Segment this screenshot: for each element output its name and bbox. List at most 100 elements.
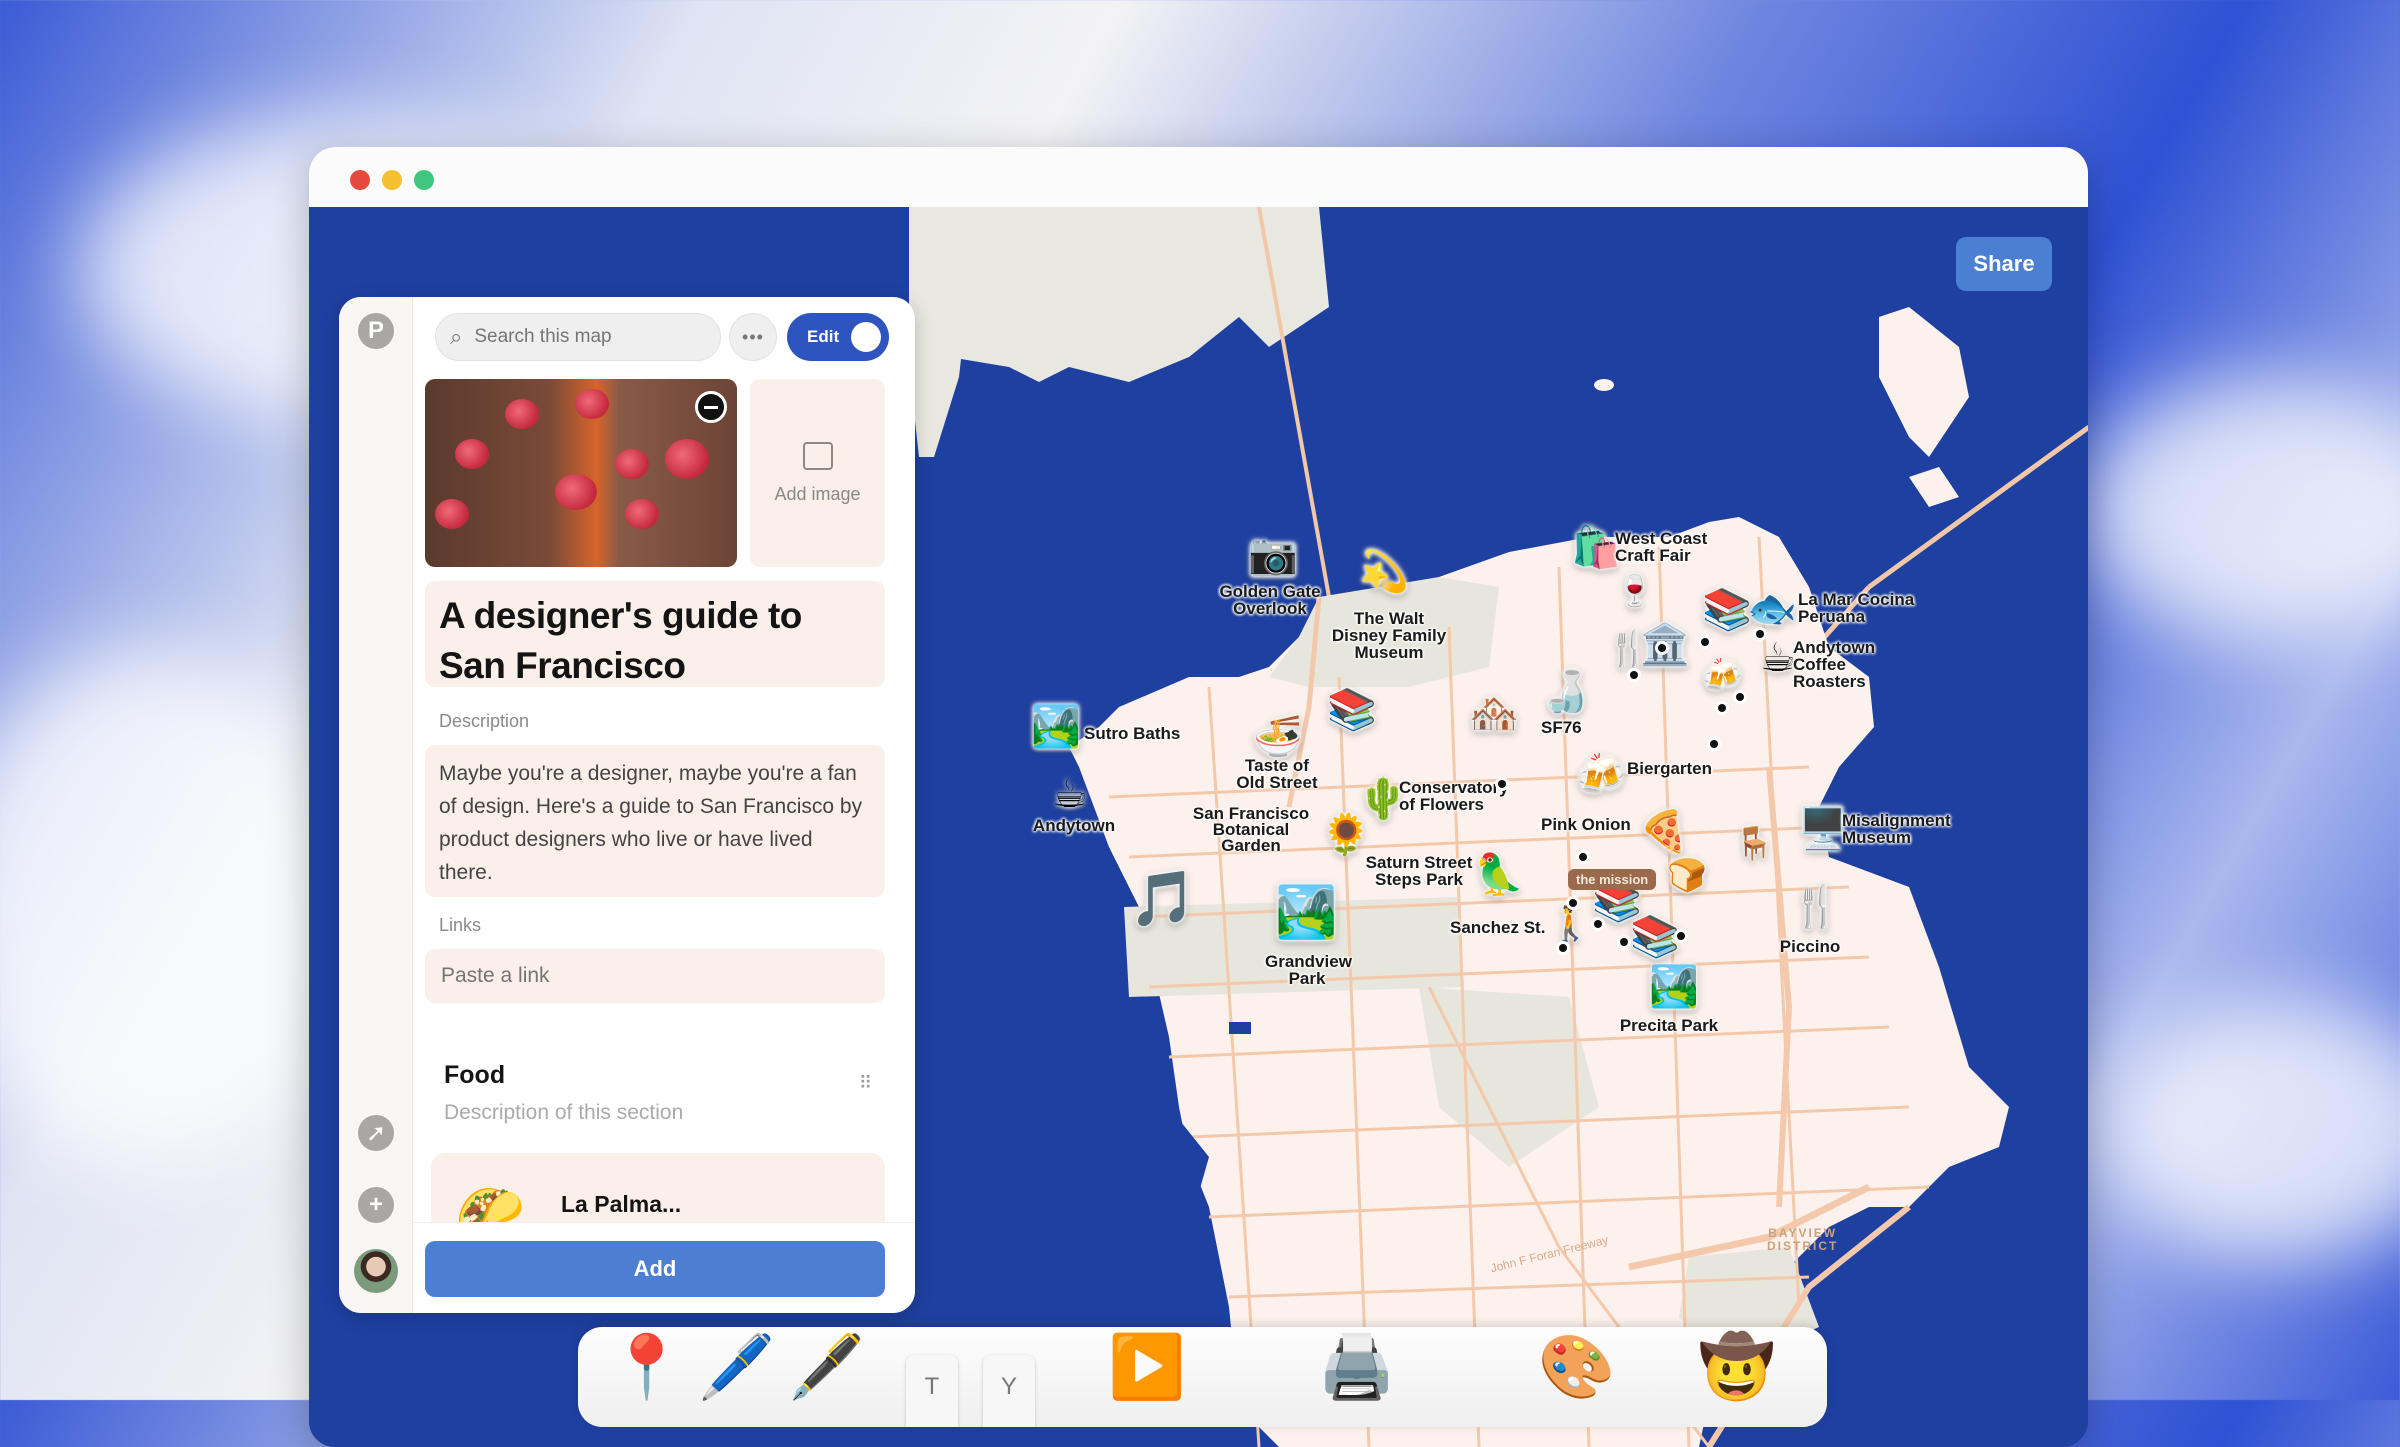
app-logo-icon[interactable]: P [358, 313, 394, 349]
map-label-sanchez-st[interactable]: Sanchez St. [1450, 919, 1545, 936]
dock-key-y[interactable]: Y [983, 1355, 1035, 1427]
dock-social-apps[interactable]: ▶️ [1108, 1337, 1185, 1399]
map-label-pink-onion[interactable]: Pink Onion [1541, 816, 1631, 833]
map-marker-west-coast-craft-fair[interactable]: 🛍️ [1571, 528, 1621, 568]
map-marker-andytown[interactable]: ☕ [1052, 774, 1088, 814]
lantern-shape [455, 439, 489, 469]
map-label-piccino[interactable]: Piccino [1770, 938, 1850, 955]
add-image-label: Add image [774, 483, 861, 504]
map-label-sf76[interactable]: SF76 [1541, 719, 1582, 736]
lantern-shape [575, 389, 609, 419]
map-marker-biergarten[interactable]: 🍻 [1576, 755, 1626, 795]
map-marker-piccino[interactable]: 🍴 [1791, 887, 1841, 927]
map-marker-painted-ladies[interactable]: 🏘️ [1469, 694, 1519, 734]
map-dot-marker[interactable] [1677, 932, 1685, 940]
add-image-button[interactable]: Add image [750, 379, 885, 567]
add-button[interactable]: Add [425, 1241, 885, 1297]
drag-handle-icon[interactable]: ⠿ [859, 1074, 873, 1092]
map-marker-beer[interactable]: 🍻 [1702, 659, 1742, 691]
map-marker-bookstore[interactable]: 📚 [1630, 917, 1680, 957]
map-dot-marker[interactable] [1498, 780, 1506, 788]
cover-photo[interactable] [425, 379, 737, 567]
close-window-button[interactable] [350, 170, 370, 190]
map-marker-pink-onion[interactable]: 🍕 [1639, 812, 1689, 852]
map-dot-marker[interactable] [1718, 704, 1726, 712]
map-marker-playlist[interactable]: 🎵 [1129, 872, 1196, 926]
map-label-sf-botanical-garden[interactable]: San Francisco Botanical Garden [1187, 805, 1315, 854]
map-dot-marker[interactable] [1559, 944, 1567, 952]
map-dot-marker[interactable] [1710, 740, 1718, 748]
map-label-conservatory-of-flowers[interactable]: Conservatory of Flowers [1399, 779, 1509, 813]
map-dot-marker[interactable] [1579, 853, 1587, 861]
map-marker-sutro-baths[interactable]: 🏞️ [1031, 707, 1081, 747]
map-label-sutro-baths[interactable]: Sutro Baths [1084, 725, 1180, 742]
map-label-saturn-street-steps[interactable]: Saturn Street Steps Park [1364, 854, 1474, 888]
section-description[interactable]: Description of this section [444, 1101, 683, 1125]
map-label-golden-gate-overlook[interactable]: Golden Gate Overlook [1215, 583, 1325, 617]
description-field[interactable]: Maybe you're a designer, maybe you're a … [425, 745, 885, 897]
map-canvas[interactable]: 📷 Golden Gate Overlook 💫 The Walt Disney… [309, 207, 2088, 1447]
map-label-biergarten[interactable]: Biergarten [1627, 760, 1712, 777]
compass-icon[interactable]: ➚ [358, 1115, 394, 1151]
map-marker-la-mar[interactable]: 🐟 [1747, 589, 1797, 629]
dock-printer[interactable]: 🖨️ [1318, 1337, 1395, 1399]
map-dot-marker[interactable] [1594, 920, 1602, 928]
map-dot-marker[interactable] [1756, 630, 1764, 638]
guide-title[interactable]: A designer's guide to San Francisco [425, 581, 885, 687]
dock-pushpin[interactable]: 📍 [608, 1337, 685, 1399]
map-marker-bookstore[interactable]: 📚 [1702, 590, 1752, 630]
neighborhood-tag-the-mission[interactable]: the mission [1568, 869, 1657, 890]
map-marker-wine-bar[interactable]: 🍷 [1616, 577, 1653, 607]
map-marker-misalignment-museum[interactable]: 🖥️ [1798, 809, 1848, 849]
zoom-window-button[interactable] [414, 170, 434, 190]
map-marker-grandview-park[interactable]: 🏞️ [1275, 887, 1337, 937]
map-marker-furniture-store[interactable]: 🪑 [1734, 827, 1774, 859]
map-dot-marker[interactable] [1569, 899, 1577, 907]
map-label-andytown[interactable]: Andytown [1029, 817, 1119, 834]
district-label-line: BAYVIEW [1768, 1226, 1838, 1240]
search-field[interactable]: ⌕ [435, 313, 721, 361]
map-dot-marker[interactable] [1701, 638, 1709, 646]
map-marker-saturn-street-steps[interactable]: 🦜 [1474, 855, 1524, 895]
map-label-andytown-coffee[interactable]: Andytown Coffee Roasters [1793, 639, 1883, 690]
dock-key-t[interactable]: T [906, 1355, 958, 1427]
map-marker-andytown-coffee[interactable]: ☕ [1760, 638, 1796, 678]
map-label-precita-park[interactable]: Precita Park [1619, 1017, 1719, 1034]
user-avatar[interactable] [354, 1249, 398, 1293]
map-marker-restaurant[interactable]: 🍴 [1607, 632, 1649, 666]
map-label-walt-disney-museum[interactable]: The Walt Disney Family Museum [1329, 610, 1449, 661]
map-marker-bakery[interactable]: 🍞 [1667, 859, 1707, 891]
map-dot-marker[interactable] [1736, 693, 1744, 701]
map-label-misalignment-museum[interactable]: Misalignment Museum [1842, 812, 1962, 846]
dock-fine-pen[interactable]: 🖋️ [788, 1337, 865, 1399]
map-marker-sanchez-st[interactable]: 🚶 [1549, 907, 1591, 941]
section-title[interactable]: Food [444, 1061, 505, 1090]
edit-toggle[interactable]: Edit [787, 313, 889, 361]
dock-palette[interactable]: 🎨 [1538, 1337, 1615, 1399]
alcatraz [1594, 379, 1614, 391]
map-dot-marker[interactable] [1620, 938, 1628, 946]
more-options-button[interactable]: ••• [729, 313, 777, 361]
map-label-grandview-park[interactable]: Grandview Park [1265, 953, 1352, 987]
map-marker-walt-disney-museum[interactable]: 💫 [1359, 552, 1409, 592]
map-dot-marker[interactable] [1630, 671, 1638, 679]
map-marker-taste-of-old-street[interactable]: 🍜 [1253, 717, 1303, 757]
search-input[interactable] [472, 325, 697, 349]
map-marker-sf76[interactable]: 🍶 [1541, 672, 1591, 712]
map-label-west-coast-craft-fair[interactable]: West Coast Craft Fair [1615, 530, 1715, 564]
link-input[interactable] [425, 949, 885, 1003]
dock-ranger-emoji[interactable]: 🤠 [1698, 1337, 1775, 1399]
minimize-window-button[interactable] [382, 170, 402, 190]
map-marker-golden-gate-overlook[interactable]: 📷 [1248, 535, 1298, 575]
map-label-la-mar[interactable]: La Mar Cocina Peruana [1798, 591, 1918, 625]
map-marker-precita-park[interactable]: 🏞️ [1649, 967, 1699, 1007]
remove-photo-button[interactable] [695, 391, 727, 423]
map-label-taste-of-old-street[interactable]: Taste of Old Street [1229, 757, 1325, 791]
map-marker-bookstore[interactable]: 📚 [1327, 690, 1377, 730]
sticker-dock: 📍 🖊️ 🖋️ T Y ▶️ 🖨️ 🎨 🤠 [578, 1327, 1827, 1427]
map-dot-marker[interactable] [1658, 644, 1666, 652]
dock-marker-pen[interactable]: 🖊️ [698, 1337, 775, 1399]
map-marker-sf-botanical-garden[interactable]: 🌻 [1321, 815, 1371, 855]
share-button[interactable]: Share [1956, 237, 2052, 291]
plus-icon[interactable]: + [358, 1187, 394, 1223]
